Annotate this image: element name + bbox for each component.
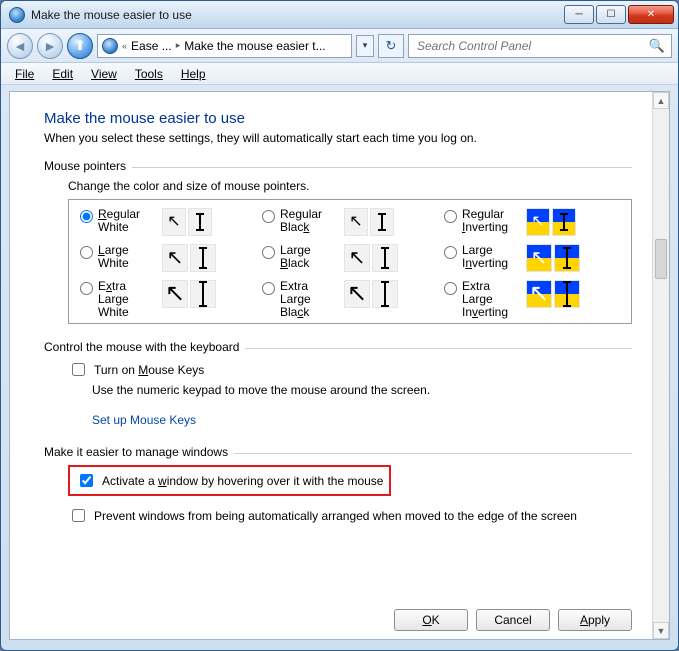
checkbox-mouse-keys-row[interactable]: Turn on Mouse Keys xyxy=(68,360,632,379)
cursor-arrow-icon: ↖ xyxy=(162,208,186,236)
radio-xl-white[interactable] xyxy=(80,282,93,295)
cursor-ibeam-icon xyxy=(554,280,580,308)
radio-large-black[interactable] xyxy=(262,246,275,259)
menu-tools[interactable]: Tools xyxy=(127,65,171,83)
radio-regular-white[interactable] xyxy=(80,210,93,223)
search-icon: 🔍 xyxy=(649,38,665,54)
chevron-left-icon: « xyxy=(122,41,127,51)
cursor-arrow-icon: ↖ xyxy=(344,244,370,272)
cursor-ibeam-icon xyxy=(190,280,216,308)
back-button[interactable]: ◄ xyxy=(7,33,33,59)
group-label-pointers: Mouse pointers xyxy=(44,159,126,173)
breadcrumb-icon xyxy=(102,38,118,54)
checkbox-prevent-arrange-label: Prevent windows from being automatically… xyxy=(94,509,577,523)
breadcrumb-1[interactable]: Ease ... xyxy=(131,39,172,53)
checkbox-activate-hover-row[interactable]: Activate a window by hovering over it wi… xyxy=(68,465,391,496)
menu-help[interactable]: Help xyxy=(173,65,214,83)
radio-large-white[interactable] xyxy=(80,246,93,259)
scroll-track[interactable] xyxy=(653,109,669,622)
radio-large-inverting[interactable] xyxy=(444,246,457,259)
pointer-option-xl-inverting[interactable]: Extra LargeInverting ↖ xyxy=(439,280,621,319)
ok-button[interactable]: OK xyxy=(394,609,468,631)
menu-view[interactable]: View xyxy=(83,65,125,83)
pointer-option-xl-black[interactable]: Extra LargeBlack ↖ xyxy=(257,280,439,319)
cursor-arrow-icon: ↖ xyxy=(526,280,552,308)
menu-edit[interactable]: Edit xyxy=(44,65,81,83)
chevron-icon: ▸ xyxy=(176,40,181,51)
group-manage-windows: Make it easier to manage windows xyxy=(44,445,632,459)
address-dropdown[interactable]: ▾ xyxy=(356,35,374,57)
cursor-arrow-icon: ↖ xyxy=(162,280,188,308)
pointer-option-regular-inverting[interactable]: RegularInverting ↖ xyxy=(439,208,621,236)
group-keyboard-control: Control the mouse with the keyboard xyxy=(44,340,632,354)
scroll-down-button[interactable]: ▼ xyxy=(653,622,669,639)
group-mouse-pointers: Mouse pointers xyxy=(44,159,632,173)
pointer-options-box: RegularWhite ↖ Regular Black ↖ xyxy=(68,199,632,324)
cursor-arrow-icon: ↖ xyxy=(162,244,188,272)
vertical-scrollbar[interactable]: ▲ ▼ xyxy=(652,92,669,639)
radio-xl-inverting[interactable] xyxy=(444,282,457,295)
pointer-option-large-inverting[interactable]: LargeInverting ↖ xyxy=(439,244,621,272)
pointer-option-large-white[interactable]: Large White ↖ xyxy=(75,244,257,272)
apply-button[interactable]: Apply xyxy=(558,609,632,631)
cursor-arrow-icon: ↖ xyxy=(344,208,368,236)
refresh-button[interactable]: ↻ xyxy=(378,34,404,58)
breadcrumb-2[interactable]: Make the mouse easier t... xyxy=(184,39,325,53)
page-subtitle: When you select these settings, they wil… xyxy=(44,131,632,145)
control-panel-icon xyxy=(9,7,25,23)
cursor-ibeam-icon xyxy=(188,208,212,236)
link-setup-mouse-keys[interactable]: Set up Mouse Keys xyxy=(92,413,196,427)
close-button[interactable]: ✕ xyxy=(628,5,674,24)
menubar: File Edit View Tools Help xyxy=(1,63,678,85)
search-input[interactable] xyxy=(415,38,643,54)
cursor-arrow-icon: ↖ xyxy=(344,280,370,308)
titlebar: Make the mouse easier to use ─ ☐ ✕ xyxy=(1,1,678,29)
cursor-ibeam-icon xyxy=(190,244,216,272)
content-scroll: Make the mouse easier to use When you se… xyxy=(10,92,652,639)
scroll-up-button[interactable]: ▲ xyxy=(653,92,669,109)
navbar: ◄ ► ⬆ « Ease ... ▸ Make the mouse easier… xyxy=(1,29,678,63)
group-label-keyboard: Control the mouse with the keyboard xyxy=(44,340,239,354)
pointer-option-xl-white[interactable]: Extra LargeWhite ↖ xyxy=(75,280,257,319)
checkbox-activate-hover[interactable] xyxy=(80,474,93,487)
search-box[interactable]: 🔍 xyxy=(408,34,672,58)
address-bar[interactable]: « Ease ... ▸ Make the mouse easier t... xyxy=(97,34,352,58)
radio-regular-black[interactable] xyxy=(262,210,275,223)
checkbox-mouse-keys-label: Turn on Mouse Keys xyxy=(94,363,204,377)
checkbox-prevent-arrange-row[interactable]: Prevent windows from being automatically… xyxy=(68,506,632,525)
footer-buttons: OK Cancel Apply xyxy=(394,609,632,631)
cursor-arrow-icon: ↖ xyxy=(526,208,550,236)
window-frame: Make the mouse easier to use ─ ☐ ✕ ◄ ► ⬆… xyxy=(0,0,679,651)
cursor-ibeam-icon xyxy=(372,280,398,308)
forward-button[interactable]: ► xyxy=(37,33,63,59)
cursor-ibeam-icon xyxy=(552,208,576,236)
checkbox-mouse-keys[interactable] xyxy=(72,363,85,376)
page-title: Make the mouse easier to use xyxy=(44,110,632,127)
pointer-option-regular-black[interactable]: Regular Black ↖ xyxy=(257,208,439,236)
group-label-windows: Make it easier to manage windows xyxy=(44,445,228,459)
maximize-button[interactable]: ☐ xyxy=(596,5,626,24)
cursor-ibeam-icon xyxy=(370,208,394,236)
scroll-thumb[interactable] xyxy=(655,239,667,279)
cursor-ibeam-icon xyxy=(372,244,398,272)
menu-file[interactable]: File xyxy=(7,65,42,83)
pointer-option-large-black[interactable]: Large Black ↖ xyxy=(257,244,439,272)
cancel-button[interactable]: Cancel xyxy=(476,609,550,631)
radio-xl-black[interactable] xyxy=(262,282,275,295)
minimize-button[interactable]: ─ xyxy=(564,5,594,24)
pointer-sublabel: Change the color and size of mouse point… xyxy=(68,179,632,193)
window-title: Make the mouse easier to use xyxy=(31,8,564,22)
checkbox-prevent-arrange[interactable] xyxy=(72,509,85,522)
cursor-ibeam-icon xyxy=(554,244,580,272)
mouse-keys-desc: Use the numeric keypad to move the mouse… xyxy=(92,383,632,397)
content-area: Make the mouse easier to use When you se… xyxy=(9,91,670,640)
radio-regular-inverting[interactable] xyxy=(444,210,457,223)
up-button[interactable]: ⬆ xyxy=(67,33,93,59)
checkbox-activate-hover-label: Activate a window by hovering over it wi… xyxy=(102,474,383,488)
cursor-arrow-icon: ↖ xyxy=(526,244,552,272)
pointer-option-regular-white[interactable]: RegularWhite ↖ xyxy=(75,208,257,236)
